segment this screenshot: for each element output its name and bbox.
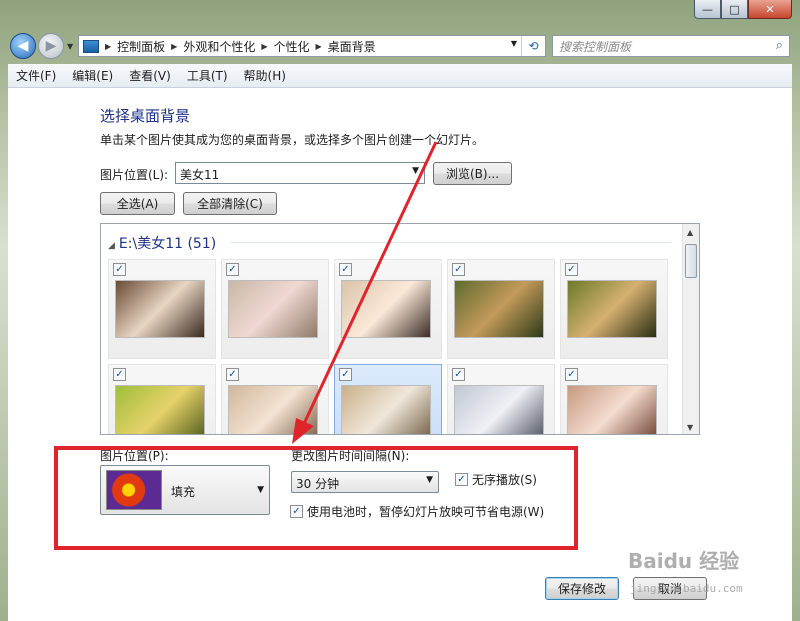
slideshow-settings: 图片位置(P): 填充 ▼ 更改图片时间间隔(N): 30 分钟 ▼ ✓ 无序播…: [8, 443, 792, 553]
gallery-group-header[interactable]: ◢ E:\美女11 (51): [108, 233, 216, 253]
interval-value: 30 分钟: [296, 477, 340, 491]
menu-view[interactable]: 查看(V): [121, 67, 179, 84]
battery-pause-checkbox[interactable]: ✓: [290, 505, 303, 518]
thumbnail-tile[interactable]: ✓: [560, 364, 668, 434]
battery-pause-option[interactable]: ✓ 使用电池时，暂停幻灯片放映可节省电源(W): [290, 503, 544, 520]
chevron-right-icon[interactable]: ▶: [261, 42, 267, 51]
baidu-watermark-url: jingyan.baidu.com: [630, 582, 743, 595]
history-dropdown-icon[interactable]: ▼: [67, 42, 73, 51]
thumbnail-tile[interactable]: ✓: [334, 259, 442, 359]
thumbnail-photo: [454, 385, 544, 434]
thumbnail-photo: [115, 385, 205, 434]
thumbnail-photo: [115, 280, 205, 338]
thumbnail-checkbox[interactable]: ✓: [113, 263, 126, 276]
page-description: 单击某个图片使其成为您的桌面背景，或选择多个图片创建一个幻灯片。: [100, 133, 485, 147]
interval-label: 更改图片时间间隔(N):: [291, 449, 410, 463]
refresh-icon[interactable]: ⟲: [521, 36, 545, 56]
picture-location-select[interactable]: 美女11 ▼: [175, 162, 425, 184]
thumbnail-tile[interactable]: ✓: [221, 364, 329, 434]
thumbnail-photo: [454, 280, 544, 338]
shuffle-option[interactable]: ✓ 无序播放(S): [455, 471, 537, 488]
chevron-down-icon: ▼: [257, 485, 264, 495]
chevron-down-icon: ▼: [426, 475, 433, 485]
thumbnail-photo: [567, 280, 657, 338]
control-panel-icon: [83, 39, 99, 53]
clear-all-button[interactable]: 全部清除(C): [183, 192, 277, 215]
gallery-group-title: E:\美女11 (51): [118, 236, 217, 252]
content-area: 选择桌面背景 单击某个图片使其成为您的桌面背景，或选择多个图片创建一个幻灯片。 …: [8, 88, 792, 621]
picture-position-label: 图片位置(P):: [100, 449, 169, 463]
fill-preview-icon: [106, 470, 162, 510]
menu-help[interactable]: 帮助(H): [236, 67, 294, 84]
control-panel-window: — □ ✕ ◀ ▶ ▼ ▶ 控制面板 ▶ 外观和个性化 ▶ 个性化 ▶ 桌面背景…: [0, 0, 800, 621]
address-dropdown-icon[interactable]: ▼: [511, 39, 517, 48]
thumbnail-tile[interactable]: ✓: [447, 364, 555, 434]
chevron-right-icon[interactable]: ▶: [316, 42, 322, 51]
group-divider: [231, 242, 671, 243]
breadcrumb-desktop-background[interactable]: 桌面背景: [328, 38, 376, 55]
thumbnail-photo: [228, 385, 318, 434]
picture-position-value: 填充: [171, 485, 196, 499]
baidu-watermark: Baidu 经验: [628, 549, 740, 573]
maximize-button[interactable]: □: [721, 0, 748, 19]
collapse-triangle-icon[interactable]: ◢: [108, 241, 115, 251]
shuffle-checkbox[interactable]: ✓: [455, 473, 468, 486]
scroll-up-icon[interactable]: ▲: [687, 228, 693, 237]
picture-gallery[interactable]: ◢ E:\美女11 (51) ✓ ✓ ✓ ✓ ✓ ✓ ✓ ✓ ✓ ✓ ▲ ▼: [100, 223, 700, 435]
chevron-right-icon[interactable]: ▶: [171, 42, 177, 51]
thumbnail-photo: [567, 385, 657, 434]
chevron-down-icon: ▼: [412, 166, 419, 176]
search-placeholder: 搜索控制面板: [559, 39, 632, 54]
back-arrow-icon[interactable]: ◀: [10, 33, 36, 59]
search-icon[interactable]: ⌕: [776, 38, 783, 53]
thumbnail-checkbox[interactable]: ✓: [452, 263, 465, 276]
thumbnail-checkbox[interactable]: ✓: [565, 368, 578, 381]
breadcrumb-appearance[interactable]: 外观和个性化: [183, 38, 255, 55]
breadcrumb-control-panel[interactable]: 控制面板: [117, 38, 165, 55]
picture-location-label: 图片位置(L):: [100, 168, 169, 182]
navigation-bar: ◀ ▶ ▼ ▶ 控制面板 ▶ 外观和个性化 ▶ 个性化 ▶ 桌面背景 ▼ ⟲ 搜…: [0, 30, 800, 62]
thumbnail-checkbox[interactable]: ✓: [452, 368, 465, 381]
thumbnail-checkbox[interactable]: ✓: [339, 368, 352, 381]
thumbnail-photo: [341, 280, 431, 338]
select-all-button[interactable]: 全选(A): [100, 192, 175, 215]
forward-arrow-icon[interactable]: ▶: [38, 33, 64, 59]
interval-select[interactable]: 30 分钟 ▼: [291, 471, 439, 493]
close-button[interactable]: ✕: [748, 0, 792, 19]
chevron-right-icon[interactable]: ▶: [105, 42, 111, 51]
picture-location-value: 美女11: [180, 168, 220, 182]
menu-edit[interactable]: 编辑(E): [64, 67, 121, 84]
thumbnail-checkbox[interactable]: ✓: [226, 263, 239, 276]
thumbnail-tile[interactable]: ✓: [108, 364, 216, 434]
thumbnail-tile[interactable]: ✓: [560, 259, 668, 359]
minimize-button[interactable]: —: [694, 0, 721, 19]
breadcrumb-personalization[interactable]: 个性化: [274, 38, 310, 55]
thumbnail-tile[interactable]: ✓: [108, 259, 216, 359]
menu-tools[interactable]: 工具(T): [179, 67, 236, 84]
thumbnail-photo: [228, 280, 318, 338]
thumbnail-tile[interactable]: ✓: [334, 364, 442, 434]
thumbnail-checkbox[interactable]: ✓: [339, 263, 352, 276]
vertical-scrollbar[interactable]: ▲ ▼: [682, 224, 699, 434]
search-input[interactable]: 搜索控制面板 ⌕: [552, 35, 790, 57]
browse-button[interactable]: 浏览(B)...: [433, 162, 512, 185]
page-title: 选择桌面背景: [100, 107, 191, 125]
save-changes-button[interactable]: 保存修改: [545, 577, 619, 600]
menu-bar: 文件(F) 编辑(E) 查看(V) 工具(T) 帮助(H): [8, 64, 792, 88]
thumbnail-tile[interactable]: ✓: [447, 259, 555, 359]
thumbnail-tile[interactable]: ✓: [221, 259, 329, 359]
address-bar[interactable]: ▶ 控制面板 ▶ 外观和个性化 ▶ 个性化 ▶ 桌面背景 ▼ ⟲: [78, 35, 546, 57]
title-bar: — □ ✕: [0, 0, 800, 30]
thumbnail-checkbox[interactable]: ✓: [113, 368, 126, 381]
scroll-down-icon[interactable]: ▼: [687, 423, 693, 432]
shuffle-label: 无序播放(S): [472, 473, 537, 487]
thumbnail-photo: [341, 385, 431, 434]
thumbnail-checkbox[interactable]: ✓: [565, 263, 578, 276]
caption-buttons: — □ ✕: [694, 0, 792, 19]
picture-position-select[interactable]: 填充 ▼: [100, 465, 270, 515]
battery-pause-label: 使用电池时，暂停幻灯片放映可节省电源(W): [307, 505, 545, 519]
scrollbar-thumb[interactable]: [685, 244, 697, 278]
thumbnail-checkbox[interactable]: ✓: [226, 368, 239, 381]
menu-file[interactable]: 文件(F): [8, 67, 64, 84]
